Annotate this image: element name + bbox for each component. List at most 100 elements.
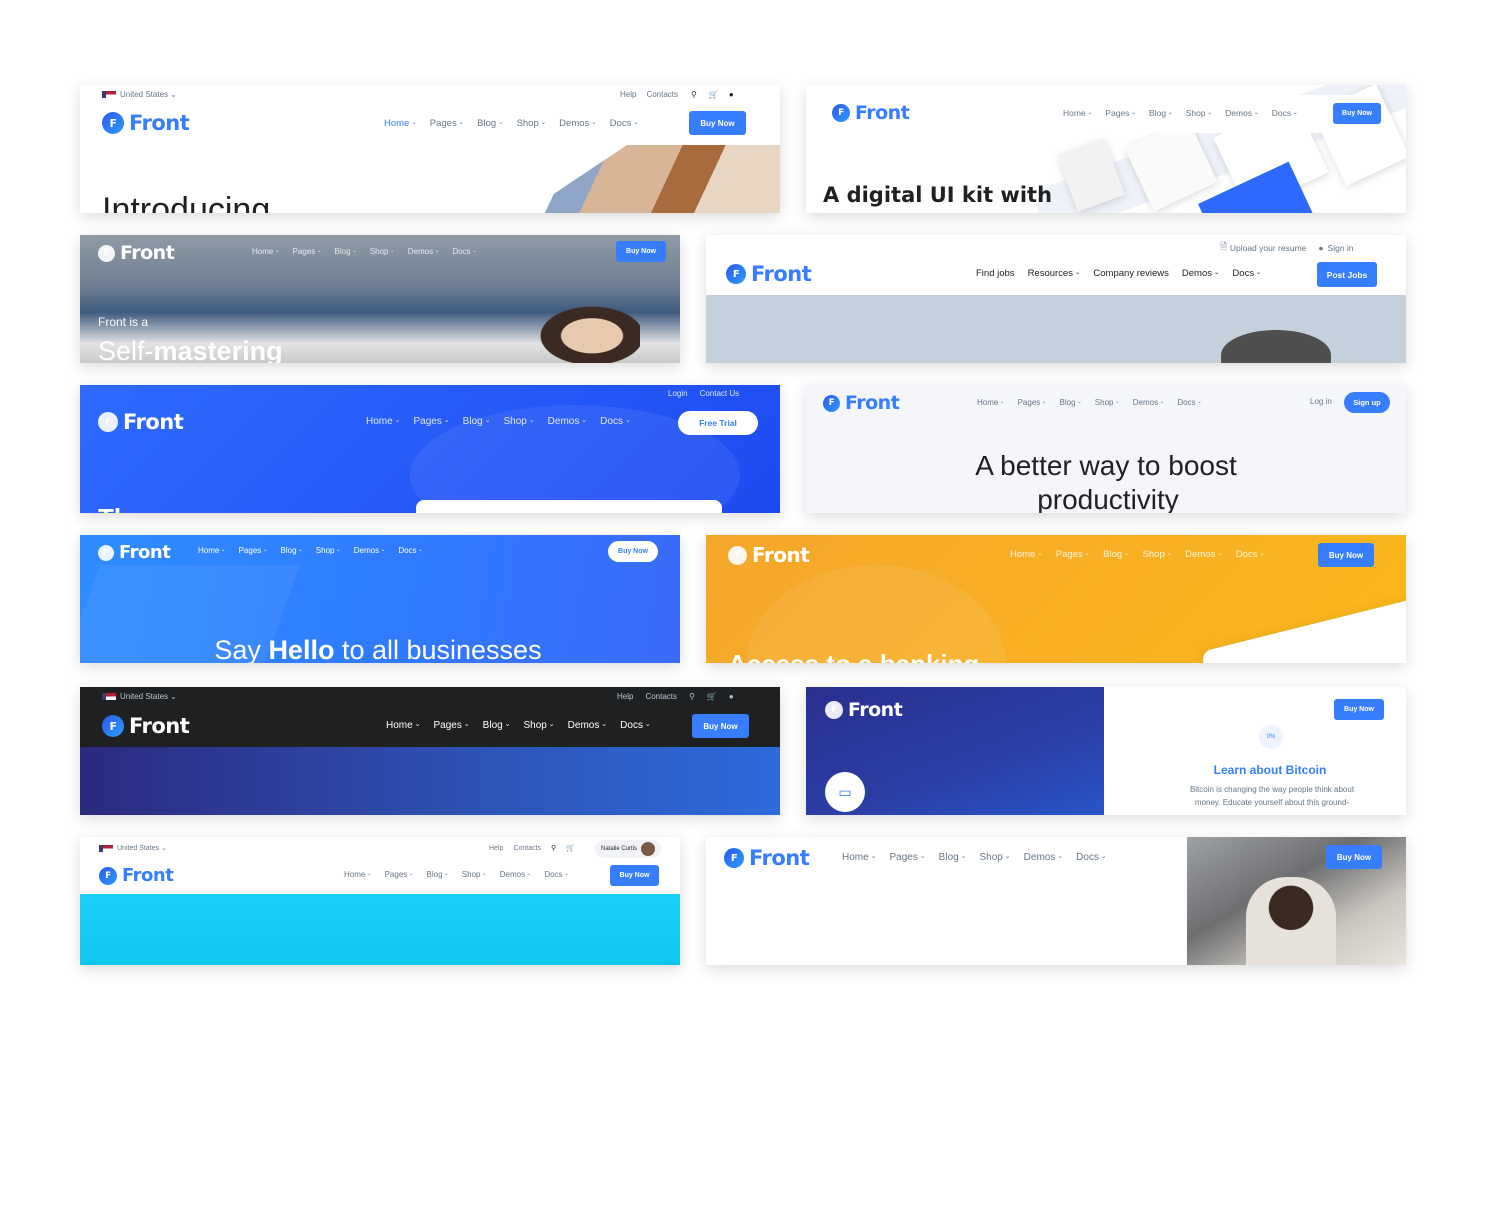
nav-home[interactable]: Home xyxy=(1010,549,1043,560)
nav-shop[interactable]: Shop xyxy=(1143,549,1173,560)
nav-blog[interactable]: Blog xyxy=(1060,398,1082,407)
cart-icon[interactable]: 🛒 xyxy=(566,844,575,852)
nav-demos[interactable]: Demos xyxy=(408,247,440,256)
user-profile[interactable]: Natalie Curtis xyxy=(595,840,661,858)
nav-docs[interactable]: Docs xyxy=(1232,268,1261,279)
sign-up-button[interactable]: Sign up xyxy=(1344,392,1390,413)
log-in-link[interactable]: Log in xyxy=(1310,397,1332,406)
sign-in-link[interactable]: Sign in xyxy=(1328,243,1354,253)
preview-card-8[interactable]: F Front Home Pages Blog Shop Demos Docs … xyxy=(706,535,1406,663)
buy-now-button[interactable]: Buy Now xyxy=(1318,543,1374,567)
nav-demos[interactable]: Demos xyxy=(354,546,386,555)
nav-blog[interactable]: Blog xyxy=(463,416,491,427)
preview-card-10[interactable]: F Front ▭ Buy Now 0% Learn about Bitcoin… xyxy=(806,687,1406,815)
buy-now-button[interactable]: Buy Now xyxy=(616,241,666,262)
nav-shop[interactable]: Shop xyxy=(1186,108,1212,118)
logo[interactable]: F Front xyxy=(95,541,171,563)
nav-shop[interactable]: Shop xyxy=(980,852,1011,863)
nav-docs[interactable]: Docs xyxy=(1076,852,1107,863)
logo[interactable]: F Front xyxy=(721,845,810,870)
help-link[interactable]: Help xyxy=(617,692,633,701)
buy-now-button[interactable]: Buy Now xyxy=(692,714,749,738)
nav-pages[interactable]: Pages xyxy=(293,247,322,256)
nav-docs[interactable]: Docs xyxy=(1236,549,1265,560)
nav-demos[interactable]: Demos xyxy=(1185,549,1223,560)
logo[interactable]: F Front xyxy=(96,863,174,886)
logo[interactable]: F Front xyxy=(99,712,190,738)
nav-home[interactable]: Home xyxy=(366,416,401,427)
preview-card-3[interactable]: F Front Home Pages Blog Shop Demos Docs … xyxy=(80,235,680,363)
nav-docs[interactable]: Docs xyxy=(610,118,639,129)
search-icon[interactable]: ⚲ xyxy=(551,844,556,852)
preview-card-2[interactable]: F Front Home Pages Blog Shop Demos Docs … xyxy=(806,85,1406,213)
country-select[interactable]: United States xyxy=(120,90,168,99)
nav-docs[interactable]: Docs xyxy=(398,546,422,555)
nav-pages[interactable]: Pages xyxy=(1056,549,1090,560)
nav-blog[interactable]: Blog xyxy=(335,247,357,256)
preview-card-12[interactable]: F Front Home Pages Blog Shop Demos Docs … xyxy=(706,837,1406,965)
login-link[interactable]: Login xyxy=(668,389,688,398)
nav-pages[interactable]: Pages xyxy=(890,852,926,863)
nav-demos[interactable]: Demos xyxy=(1024,852,1064,863)
buy-now-button[interactable]: Buy Now xyxy=(1333,103,1381,124)
nav-home[interactable]: Home xyxy=(344,870,372,879)
nav-docs[interactable]: Docs xyxy=(1177,398,1201,407)
nav-home[interactable]: Home xyxy=(842,852,877,863)
logo[interactable]: F Front xyxy=(95,241,175,264)
nav-demos[interactable]: Demos xyxy=(568,720,608,731)
preview-card-5[interactable]: Login Contact Us F Front Home Pages Blog… xyxy=(80,385,780,513)
nav-demos[interactable]: Demos xyxy=(1225,108,1259,118)
nav-pages[interactable]: Pages xyxy=(1105,108,1136,118)
free-trial-button[interactable]: Free Trial xyxy=(678,411,758,435)
nav-blog[interactable]: Blog xyxy=(427,870,449,879)
contacts-link[interactable]: Contacts xyxy=(513,845,541,852)
nav-pages[interactable]: Pages xyxy=(1018,398,1047,407)
nav-blog[interactable]: Blog xyxy=(1103,549,1129,560)
logo[interactable]: F Front xyxy=(723,261,812,286)
buy-now-button[interactable]: Buy Now xyxy=(1334,699,1384,720)
nav-home[interactable]: Home xyxy=(977,398,1005,407)
nav-docs[interactable]: Docs xyxy=(452,247,476,256)
preview-card-9[interactable]: United States ⌄ Help Contacts ⚲ 🛒 ● F Fro… xyxy=(80,687,780,815)
nav-find-jobs[interactable]: Find jobs xyxy=(976,268,1015,279)
nav-home[interactable]: Home xyxy=(252,247,280,256)
nav-shop[interactable]: Shop xyxy=(316,546,341,555)
buy-now-button[interactable]: Buy Now xyxy=(1326,845,1382,869)
nav-docs[interactable]: Docs xyxy=(620,720,651,731)
nav-pages[interactable]: Pages xyxy=(434,720,470,731)
nav-pages[interactable]: Pages xyxy=(414,416,450,427)
nav-docs[interactable]: Docs xyxy=(1272,108,1298,118)
cart-icon[interactable]: 🛒 xyxy=(709,90,719,99)
search-icon[interactable]: ⚲ xyxy=(689,692,695,701)
logo[interactable]: F Front xyxy=(829,101,910,124)
logo[interactable]: F Front xyxy=(99,109,190,135)
user-icon[interactable]: ● xyxy=(729,90,734,99)
nav-demos[interactable]: Demos xyxy=(500,870,532,879)
nav-docs[interactable]: Docs xyxy=(544,870,568,879)
nav-pages[interactable]: Pages xyxy=(430,118,464,129)
nav-company-reviews[interactable]: Company reviews xyxy=(1093,268,1169,279)
nav-demos[interactable]: Demos xyxy=(1182,268,1220,279)
logo[interactable]: F Front xyxy=(725,542,810,567)
user-icon[interactable]: ● xyxy=(729,692,734,701)
help-link[interactable]: Help xyxy=(489,845,503,852)
country-select[interactable]: United States xyxy=(120,692,168,701)
search-icon[interactable]: ⚲ xyxy=(691,90,697,99)
nav-shop[interactable]: Shop xyxy=(517,118,547,129)
logo[interactable]: F Front xyxy=(820,391,900,414)
logo[interactable]: F Front xyxy=(95,409,184,434)
preview-card-11[interactable]: United States ⌄ Help Contacts ⚲ 🛒 Natalie… xyxy=(80,837,680,965)
nav-pages[interactable]: Pages xyxy=(385,870,414,879)
nav-shop[interactable]: Shop xyxy=(1095,398,1120,407)
nav-home[interactable]: Home xyxy=(386,720,421,731)
nav-resources[interactable]: Resources xyxy=(1028,268,1081,279)
nav-demos[interactable]: Demos xyxy=(559,118,597,129)
preview-card-6[interactable]: F Front Home Pages Blog Shop Demos Docs … xyxy=(806,385,1406,513)
contact-us-link[interactable]: Contact Us xyxy=(700,389,740,398)
nav-blog[interactable]: Blog xyxy=(1149,108,1173,118)
post-jobs-button[interactable]: Post Jobs xyxy=(1317,262,1377,287)
contacts-link[interactable]: Contacts xyxy=(645,692,677,701)
nav-blog[interactable]: Blog xyxy=(483,720,511,731)
nav-shop[interactable]: Shop xyxy=(462,870,487,879)
nav-docs[interactable]: Docs xyxy=(600,416,631,427)
